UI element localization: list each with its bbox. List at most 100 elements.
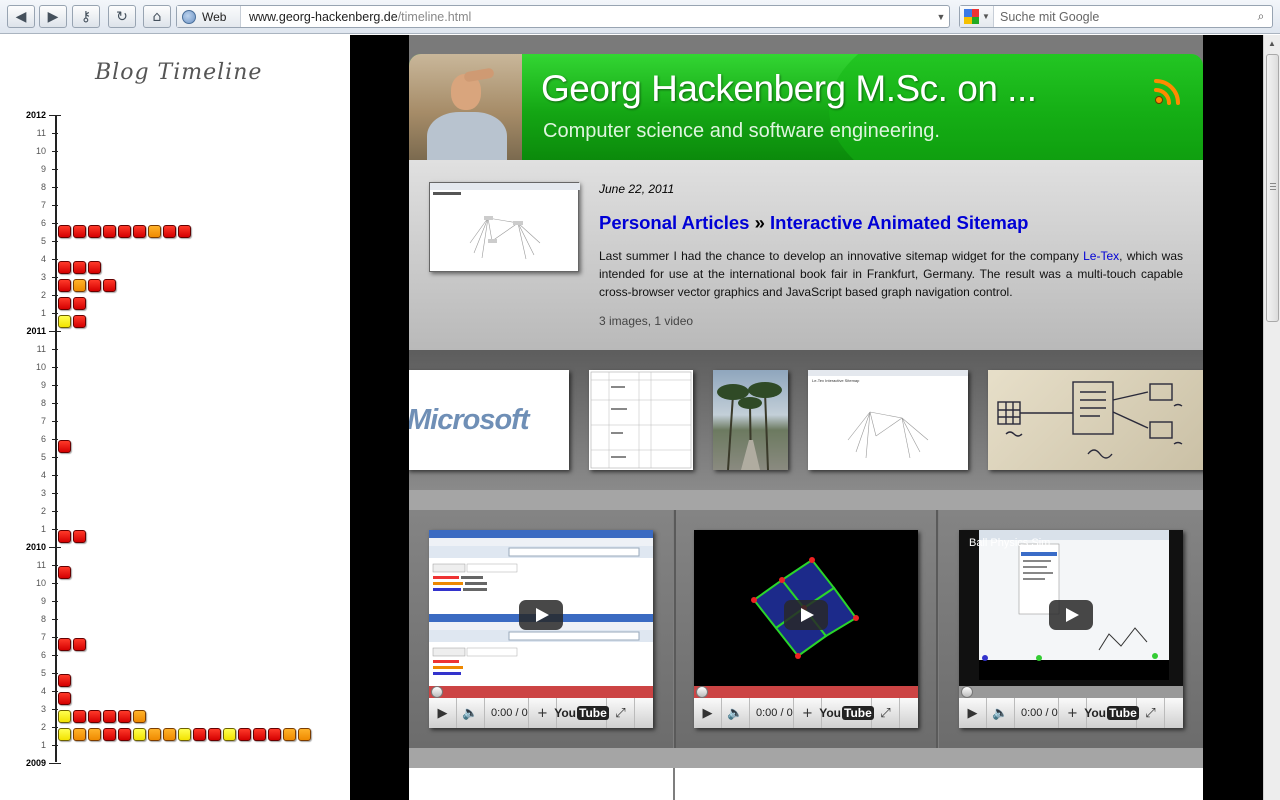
site-title[interactable]: Georg Hackenberg M.Sc. on ...	[541, 68, 1037, 110]
timeline-post-marker[interactable]	[73, 279, 86, 292]
timeline-post-marker[interactable]	[58, 440, 71, 453]
gallery-image-microsoft[interactable]: Microsoft	[409, 370, 569, 470]
forward-button[interactable]: ▶	[39, 5, 67, 28]
play-overlay-button[interactable]	[1049, 600, 1093, 630]
rss-icon[interactable]	[1153, 76, 1183, 106]
article-category-link[interactable]: Personal Articles	[599, 212, 749, 233]
timeline-post-marker[interactable]	[193, 728, 206, 741]
timeline-post-marker[interactable]	[118, 225, 131, 238]
search-input[interactable]: Suche mit Google	[994, 10, 1250, 24]
timeline-post-marker[interactable]	[58, 728, 71, 741]
youtube-logo[interactable]: You Tube	[554, 698, 609, 728]
timeline-post-marker[interactable]	[58, 710, 71, 723]
gallery-image-sketch[interactable]	[988, 370, 1203, 470]
le-tex-link[interactable]: Le-Tex	[1083, 249, 1119, 263]
timeline-post-marker[interactable]	[133, 710, 146, 723]
search-engine-selector[interactable]: ▼	[960, 6, 994, 27]
site-identity-button[interactable]: Web	[177, 6, 241, 27]
volume-icon[interactable]: 🔈	[722, 698, 750, 728]
home-button[interactable]: ⌂	[143, 5, 171, 28]
video-player-1[interactable]: ▶ 🔈 0:00 / 0 + You Tube ⤢	[429, 530, 653, 728]
reload-button[interactable]: ↻	[108, 5, 136, 28]
timeline-post-marker[interactable]	[73, 225, 86, 238]
plus-icon[interactable]: +	[529, 698, 557, 728]
play-icon[interactable]: ▶	[694, 698, 722, 728]
timeline-post-marker[interactable]	[148, 225, 161, 238]
timeline-post-marker[interactable]	[118, 728, 131, 741]
timeline-post-marker[interactable]	[58, 297, 71, 310]
youtube-logo[interactable]: You Tube	[819, 698, 874, 728]
timeline-post-marker[interactable]	[283, 728, 296, 741]
gallery-image-table[interactable]	[589, 370, 693, 470]
volume-icon[interactable]: 🔈	[457, 698, 485, 728]
progress-knob[interactable]	[431, 686, 443, 698]
article-title-link[interactable]: Interactive Animated Sitemap	[770, 212, 1028, 233]
play-overlay-button[interactable]	[519, 600, 563, 630]
volume-icon[interactable]: 🔈	[987, 698, 1015, 728]
timeline-post-marker[interactable]	[58, 530, 71, 543]
keys-button[interactable]: ⚷	[72, 5, 100, 28]
timeline-post-marker[interactable]	[73, 710, 86, 723]
play-overlay-button[interactable]	[784, 600, 828, 630]
timeline-post-marker[interactable]	[118, 710, 131, 723]
progress-knob[interactable]	[961, 686, 973, 698]
timeline-post-marker[interactable]	[163, 225, 176, 238]
gallery-image-sitemap[interactable]: Le-Tex Interactive Sitemap	[808, 370, 968, 470]
timeline-post-marker[interactable]	[178, 728, 191, 741]
page-scrollbar[interactable]: ▲	[1263, 35, 1280, 800]
progress-knob[interactable]	[696, 686, 708, 698]
timeline-post-marker[interactable]	[88, 728, 101, 741]
timeline-post-marker[interactable]	[238, 728, 251, 741]
plus-icon[interactable]: +	[794, 698, 822, 728]
video-progress-bar[interactable]	[694, 686, 918, 698]
url-text[interactable]: www.georg-hackenberg.de/timeline.html	[241, 10, 933, 24]
timeline-post-marker[interactable]	[208, 728, 221, 741]
scroll-up-icon[interactable]: ▲	[1264, 35, 1280, 52]
search-bar[interactable]: ▼ Suche mit Google ⌕	[959, 5, 1273, 28]
timeline-post-marker[interactable]	[58, 566, 71, 579]
timeline-post-marker[interactable]	[103, 710, 116, 723]
url-dropdown-icon[interactable]: ▼	[933, 12, 949, 22]
play-icon[interactable]: ▶	[429, 698, 457, 728]
back-button[interactable]: ◀	[7, 5, 35, 28]
fullscreen-icon[interactable]: ⤢	[607, 698, 635, 728]
timeline-post-marker[interactable]	[148, 728, 161, 741]
timeline-post-marker[interactable]	[73, 297, 86, 310]
timeline-post-marker[interactable]	[88, 279, 101, 292]
timeline-post-marker[interactable]	[133, 728, 146, 741]
youtube-logo[interactable]: You Tube	[1084, 698, 1139, 728]
timeline-post-marker[interactable]	[58, 638, 71, 651]
video-progress-bar[interactable]	[959, 686, 1183, 698]
article-thumbnail[interactable]	[429, 182, 580, 272]
timeline-post-marker[interactable]	[58, 279, 71, 292]
address-bar[interactable]: Web www.georg-hackenberg.de/timeline.htm…	[176, 5, 950, 28]
timeline-post-marker[interactable]	[103, 225, 116, 238]
gallery-image-palms[interactable]	[713, 370, 788, 470]
timeline-post-marker[interactable]	[73, 315, 86, 328]
timeline-post-marker[interactable]	[103, 728, 116, 741]
timeline-post-marker[interactable]	[298, 728, 311, 741]
fullscreen-icon[interactable]: ⤢	[872, 698, 900, 728]
timeline-post-marker[interactable]	[178, 225, 191, 238]
fullscreen-icon[interactable]: ⤢	[1137, 698, 1165, 728]
timeline-post-marker[interactable]	[73, 530, 86, 543]
timeline-post-marker[interactable]	[73, 261, 86, 274]
timeline-post-marker[interactable]	[73, 638, 86, 651]
timeline-post-marker[interactable]	[253, 728, 266, 741]
scrollbar-thumb[interactable]	[1266, 54, 1279, 322]
timeline-post-marker[interactable]	[88, 225, 101, 238]
timeline-post-marker[interactable]	[103, 279, 116, 292]
timeline-post-marker[interactable]	[88, 261, 101, 274]
timeline-post-marker[interactable]	[223, 728, 236, 741]
timeline-post-marker[interactable]	[133, 225, 146, 238]
timeline-post-marker[interactable]	[73, 728, 86, 741]
timeline-post-marker[interactable]	[58, 315, 71, 328]
play-icon[interactable]: ▶	[959, 698, 987, 728]
video-player-3[interactable]: Ball Physics Sim ▶ 🔈 0:00 / 0 + You Tube …	[959, 530, 1183, 728]
timeline-post-marker[interactable]	[88, 710, 101, 723]
video-progress-bar[interactable]	[429, 686, 653, 698]
timeline-post-marker[interactable]	[58, 692, 71, 705]
video-title[interactable]: Ball Physics Sim	[969, 537, 1050, 549]
timeline-post-marker[interactable]	[58, 225, 71, 238]
plus-icon[interactable]: +	[1059, 698, 1087, 728]
